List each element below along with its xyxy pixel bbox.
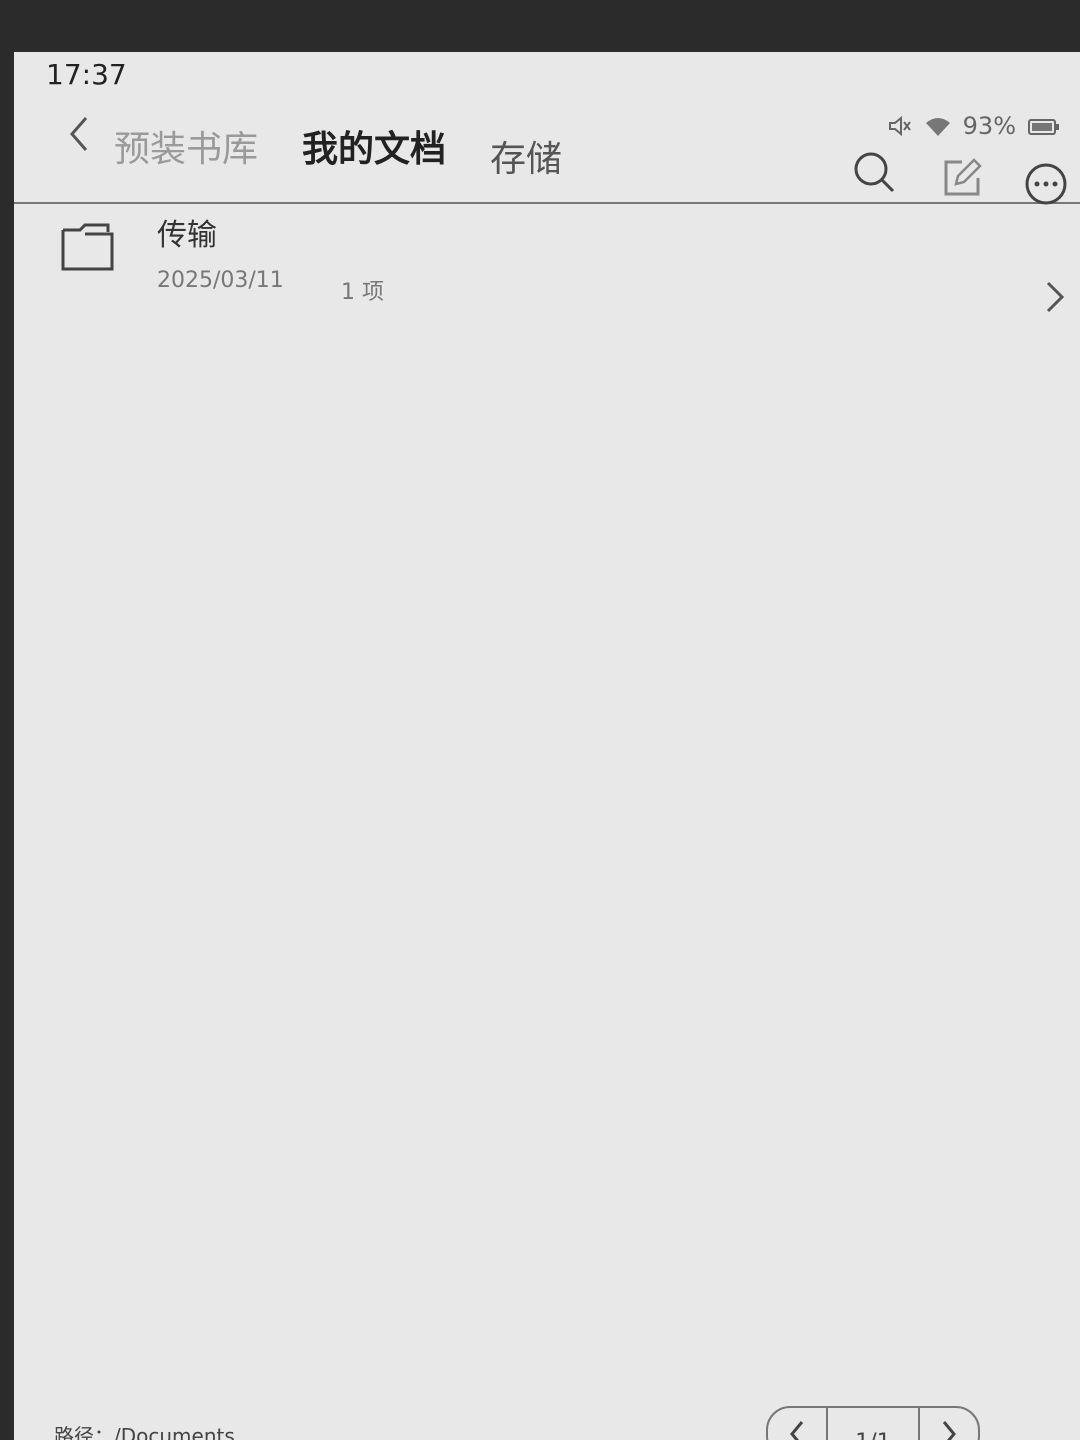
next-page-button[interactable] (918, 1408, 978, 1440)
chevron-left-icon (70, 117, 88, 151)
item-name: 传输 (157, 218, 217, 253)
item-date: 2025/03/11 (157, 268, 284, 293)
item-count: 1 项 (341, 280, 384, 305)
chevron-left-icon (790, 1421, 804, 1440)
edit-button[interactable] (940, 156, 984, 200)
status-bar: 17:37 (14, 52, 1080, 92)
tab-my-documents[interactable]: 我的文档 (302, 120, 446, 172)
path-label: 路径：/Documents (54, 1424, 235, 1440)
ereader-screen: 17:37 93% 预装书库 我的文档 存储 传输 2025/03/11 1 项… (14, 52, 1080, 1440)
chevron-right-icon (942, 1421, 956, 1440)
file-list: 传输 2025/03/11 1 项 (14, 204, 1080, 354)
search-icon (854, 152, 895, 193)
prev-page-button[interactable] (768, 1408, 828, 1440)
edit-icon (944, 158, 982, 196)
footer: 路径：/Documents 1/1 (14, 1392, 1080, 1440)
back-button[interactable] (64, 114, 94, 154)
search-button[interactable] (852, 150, 896, 194)
tab-storage[interactable]: 存储 (490, 130, 562, 182)
chevron-right-icon (1044, 280, 1066, 314)
tab-preinstalled-library[interactable]: 预装书库 (114, 120, 258, 172)
pager: 1/1 (766, 1406, 980, 1440)
page-indicator: 1/1 (828, 1408, 918, 1440)
more-button[interactable] (1024, 162, 1068, 206)
header: 预装书库 我的文档 存储 (14, 92, 1080, 206)
more-icon (1025, 163, 1067, 205)
folder-icon (60, 222, 116, 272)
list-item[interactable]: 传输 2025/03/11 1 项 (14, 204, 1080, 354)
status-time: 17:37 (46, 58, 127, 91)
